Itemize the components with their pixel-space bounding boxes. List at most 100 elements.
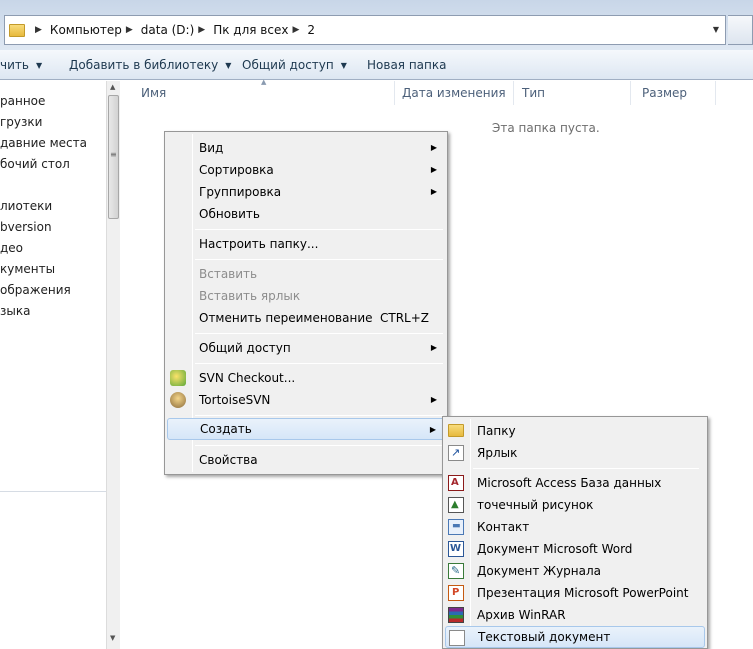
chevron-down-icon: ▼ <box>340 60 347 70</box>
column-size[interactable]: Размер <box>642 86 687 100</box>
nav-scrollbar[interactable]: ▲ ≡ ▼ <box>106 81 120 649</box>
menu-item-label: Создать <box>200 422 252 436</box>
address-bar[interactable]: ▶ Компьютер ▶ data (D:) ▶ Пк для всех ▶ … <box>4 15 726 45</box>
command-bar: чить ▼ Добавить в библиотеку ▼ Общий досту… <box>0 50 753 80</box>
nav-item-music[interactable]: зыка <box>0 304 30 318</box>
organize-label: чить <box>0 58 29 72</box>
nav-item-favorites[interactable]: ранное <box>0 94 45 108</box>
menu-item-label: Сортировка <box>199 163 274 177</box>
menu-item-properties[interactable]: Свойства <box>167 449 445 471</box>
share-button[interactable]: Общий доступ ▼ <box>242 58 347 72</box>
column-divider[interactable] <box>513 81 514 105</box>
menu-separator <box>195 363 443 364</box>
scroll-down-icon[interactable]: ▼ <box>110 634 115 642</box>
new-text-document-item[interactable]: Текстовый документ <box>445 626 705 648</box>
column-name[interactable]: Имя <box>141 86 166 100</box>
menu-item-svn-checkout[interactable]: SVN Checkout... <box>167 367 445 389</box>
menu-item-refresh[interactable]: Обновить <box>167 203 445 225</box>
submenu-arrow-icon: ▶ <box>430 343 437 352</box>
menu-item-label: Общий доступ <box>199 341 291 355</box>
column-type[interactable]: Тип <box>522 86 545 100</box>
breadcrumb-arrow-icon[interactable]: ▶ <box>126 25 133 35</box>
menu-item-customize-folder[interactable]: Настроить папку... <box>167 233 445 255</box>
new-folder-item[interactable]: Папку <box>445 420 705 442</box>
folder-icon <box>9 23 25 37</box>
new-shortcut-item[interactable]: Ярлык <box>445 442 705 464</box>
contact-icon <box>448 519 464 535</box>
nav-divider <box>0 491 106 492</box>
menu-item-label: точечный рисунок <box>477 498 594 512</box>
menu-separator <box>473 468 699 469</box>
powerpoint-icon <box>448 585 464 601</box>
share-label: Общий доступ <box>242 58 334 72</box>
add-to-library-button[interactable]: Добавить в библиотеку ▼ <box>69 58 231 72</box>
menu-item-undo-rename[interactable]: Отменить переименование CTRL+Z <box>167 307 445 329</box>
menu-item-label: Документ Журнала <box>477 564 602 578</box>
column-divider[interactable] <box>630 81 631 105</box>
nav-item-desktop[interactable]: бочий стол <box>0 157 70 171</box>
shortcut-icon <box>448 445 464 461</box>
new-folder-label: Новая папка <box>367 58 447 72</box>
menu-item-label: Архив WinRAR <box>477 608 566 622</box>
nav-item-documents[interactable]: кументы <box>0 262 55 276</box>
new-access-database-item[interactable]: Microsoft Access База данных <box>445 472 705 494</box>
column-divider[interactable] <box>715 81 716 105</box>
column-divider[interactable] <box>394 81 395 105</box>
submenu-arrow-icon: ▶ <box>429 425 436 434</box>
nav-item-libraries[interactable]: лиотеки <box>0 199 52 213</box>
menu-item-label: Папку <box>477 424 516 438</box>
nav-item-subversion[interactable]: bversion <box>0 220 52 234</box>
new-contact-item[interactable]: Контакт <box>445 516 705 538</box>
tortoisesvn-icon <box>170 392 186 408</box>
menu-separator <box>195 259 443 260</box>
nav-item-video[interactable]: део <box>0 241 23 255</box>
chevron-down-icon: ▼ <box>35 60 43 70</box>
breadcrumb-drive[interactable]: data (D:) <box>141 23 195 37</box>
organize-button[interactable]: чить ▼ <box>0 58 42 72</box>
new-powerpoint-item[interactable]: Презентация Microsoft PowerPoint <box>445 582 705 604</box>
menu-item-label: Документ Microsoft Word <box>477 542 633 556</box>
menu-item-paste[interactable]: Вставить <box>167 263 445 285</box>
nav-item-downloads[interactable]: грузки <box>0 115 42 129</box>
submenu-arrow-icon: ▶ <box>430 395 437 404</box>
journal-icon <box>448 563 464 579</box>
menu-item-label: Ярлык <box>477 446 518 460</box>
grip-icon: ≡ <box>110 150 117 159</box>
menu-item-label: Группировка <box>199 185 282 199</box>
svn-checkout-icon <box>170 370 186 386</box>
nav-item-recent-places[interactable]: давние места <box>0 136 87 150</box>
menu-item-sort[interactable]: Сортировка ▶ <box>167 159 445 181</box>
menu-item-label: Обновить <box>199 207 260 221</box>
menu-item-new[interactable]: Создать ▶ <box>167 418 445 440</box>
access-icon <box>448 475 464 491</box>
nav-item-pictures[interactable]: ображения <box>0 283 71 297</box>
menu-item-label: Вставить ярлык <box>199 289 301 303</box>
breadcrumb-arrow-icon[interactable]: ▶ <box>292 25 299 35</box>
menu-item-share[interactable]: Общий доступ ▶ <box>167 337 445 359</box>
new-bitmap-item[interactable]: точечный рисунок <box>445 494 705 516</box>
new-winrar-archive-item[interactable]: Архив WinRAR <box>445 604 705 626</box>
breadcrumb-folder[interactable]: Пк для всех <box>213 23 288 37</box>
breadcrumb-arrow-icon[interactable]: ▶ <box>198 25 205 35</box>
menu-separator <box>195 415 443 416</box>
new-folder-button[interactable]: Новая папка <box>367 58 446 72</box>
add-to-library-label: Добавить в библиотеку <box>69 58 219 72</box>
menu-item-paste-shortcut[interactable]: Вставить ярлык <box>167 285 445 307</box>
refresh-button[interactable] <box>728 15 753 45</box>
menu-item-group[interactable]: Группировка ▶ <box>167 181 445 203</box>
menu-separator <box>195 333 443 334</box>
new-word-document-item[interactable]: Документ Microsoft Word <box>445 538 705 560</box>
address-dropdown-icon[interactable]: ▼ <box>713 25 719 34</box>
bitmap-icon <box>448 497 464 513</box>
menu-item-label: SVN Checkout... <box>199 371 296 385</box>
breadcrumb-arrow-icon[interactable]: ▶ <box>35 25 42 35</box>
new-journal-document-item[interactable]: Документ Журнала <box>445 560 705 582</box>
scroll-up-icon[interactable]: ▲ <box>110 83 115 91</box>
breadcrumb-current[interactable]: 2 <box>307 23 315 37</box>
column-date-modified[interactable]: Дата изменения <box>402 86 506 100</box>
breadcrumb-computer[interactable]: Компьютер <box>50 23 122 37</box>
menu-item-tortoisesvn[interactable]: TortoiseSVN ▶ <box>167 389 445 411</box>
chevron-down-icon: ▼ <box>225 60 232 70</box>
menu-item-view[interactable]: Вид ▶ <box>167 137 445 159</box>
submenu-arrow-icon: ▶ <box>430 187 437 196</box>
